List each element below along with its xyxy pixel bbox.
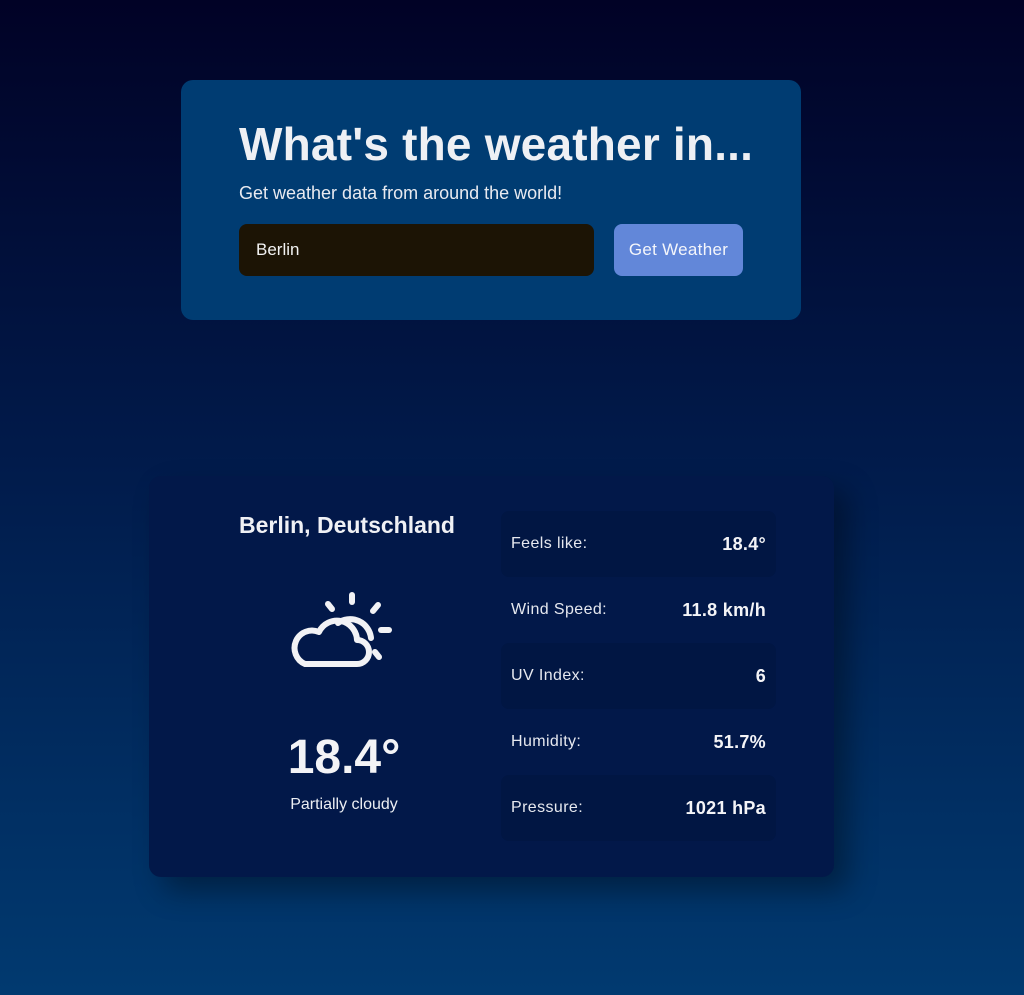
weather-stats-list: Feels like: 18.4° Wind Speed: 11.8 km/h … <box>501 511 776 841</box>
stat-value: 51.7% <box>713 731 766 752</box>
get-weather-button[interactable]: Get Weather <box>614 224 743 276</box>
partly-cloudy-icon <box>291 592 392 667</box>
location-title: Berlin, Deutschland <box>239 512 455 538</box>
stat-label: Humidity: <box>511 733 582 750</box>
stat-label: Feels like: <box>511 535 588 552</box>
stat-row-uv-index: UV Index: 6 <box>501 643 776 709</box>
stat-row-feels-like: Feels like: 18.4° <box>501 511 776 577</box>
stat-value: 18.4° <box>722 533 766 554</box>
weather-card: Berlin, Deutschland 18.4° Partially clou… <box>149 476 834 877</box>
temperature-value: 18.4° <box>287 731 401 784</box>
stat-label: Pressure: <box>511 799 584 816</box>
stat-row-wind-speed: Wind Speed: 11.8 km/h <box>501 577 776 643</box>
search-row: Get Weather <box>239 224 743 276</box>
stat-value: 11.8 km/h <box>682 599 766 620</box>
search-card: What's the weather in... Get weather dat… <box>181 80 801 320</box>
city-search-input[interactable] <box>239 224 594 276</box>
page-subtitle: Get weather data from around the world! <box>239 183 563 203</box>
stat-row-humidity: Humidity: 51.7% <box>501 709 776 775</box>
stat-value: 1021 hPa <box>685 797 766 818</box>
stat-label: UV Index: <box>511 667 585 684</box>
condition-text: Partially cloudy <box>290 796 398 813</box>
stat-label: Wind Speed: <box>511 601 608 618</box>
stat-value: 6 <box>755 665 766 686</box>
stat-row-pressure: Pressure: 1021 hPa <box>501 775 776 841</box>
page-title: What's the weather in... <box>239 118 754 170</box>
